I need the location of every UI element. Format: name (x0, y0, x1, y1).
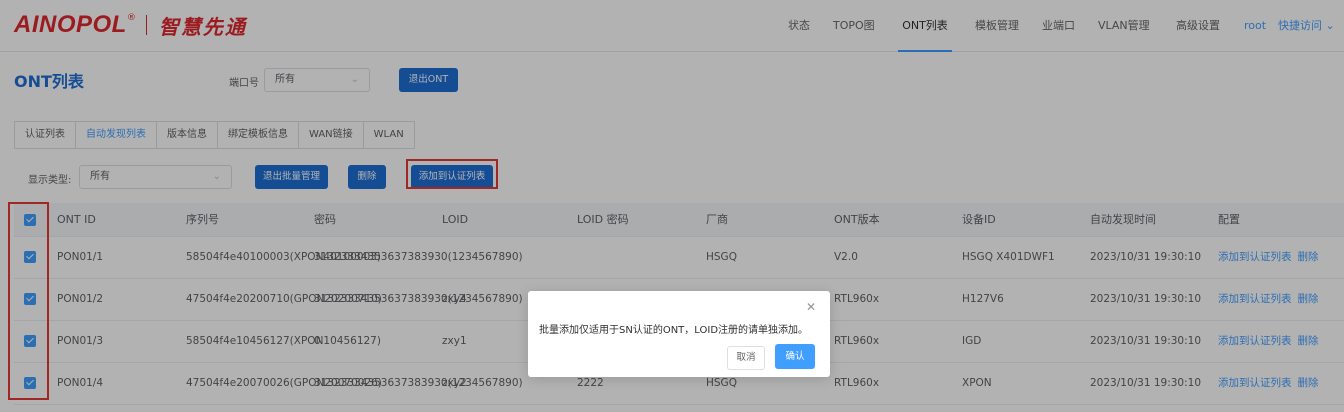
dialog-message: 批量添加仅适用于SN认证的ONT，LOID注册的请单独添加。 (539, 325, 809, 336)
confirm-dialog: ✕ 批量添加仅适用于SN认证的ONT，LOID注册的请单独添加。 取消 确认 (528, 291, 830, 377)
close-icon[interactable]: ✕ (806, 300, 816, 314)
cancel-button[interactable]: 取消 (727, 346, 765, 370)
confirm-button[interactable]: 确认 (775, 344, 815, 369)
